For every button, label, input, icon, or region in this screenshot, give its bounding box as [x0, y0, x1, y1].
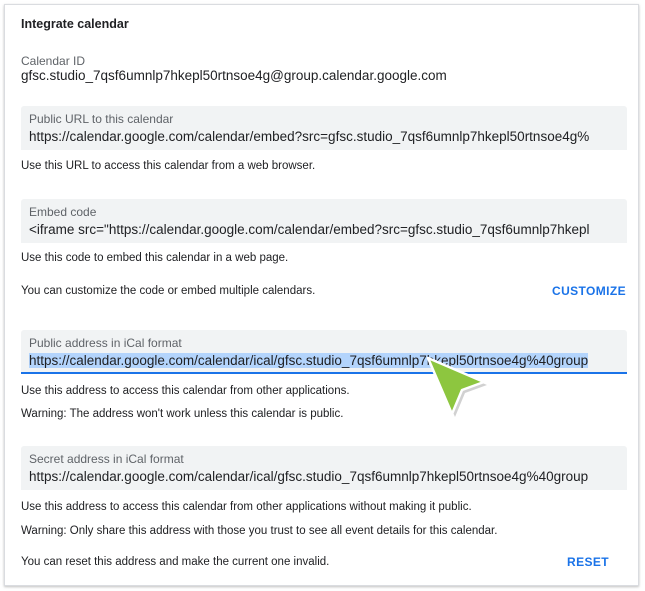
- public-ical-warning: Warning: The address won't work unless t…: [21, 408, 344, 420]
- embed-code-field[interactable]: Embed code <iframe src="https://calendar…: [21, 199, 627, 243]
- customize-button[interactable]: CUSTOMIZE: [552, 284, 626, 298]
- cursor-arrow-icon: [426, 356, 487, 417]
- embed-code-label: Embed code: [29, 205, 97, 219]
- public-ical-value[interactable]: https://calendar.google.com/calendar/ica…: [29, 353, 589, 368]
- calendar-id-label: Calendar ID: [21, 54, 86, 68]
- secret-ical-field[interactable]: Secret address in iCal format https://ca…: [21, 446, 627, 490]
- embed-code-value[interactable]: <iframe src="https://calendar.google.com…: [29, 222, 590, 237]
- secret-ical-warning: Warning: Only share this address with th…: [21, 525, 498, 537]
- calendar-id-value: gfsc.studio_7qsf6umnlp7hkepl50rtnsoe4g@g…: [21, 68, 447, 83]
- section-title: Integrate calendar: [21, 17, 129, 31]
- secret-ical-help: Use this address to access this calendar…: [21, 501, 472, 513]
- public-url-value[interactable]: https://calendar.google.com/calendar/emb…: [29, 129, 589, 144]
- public-url-help: Use this URL to access this calendar fro…: [21, 160, 316, 172]
- public-ical-selected-text: https://calendar.google.com/calendar/ica…: [29, 353, 589, 368]
- reset-button[interactable]: RESET: [567, 555, 609, 569]
- public-ical-help: Use this address to access this calendar…: [21, 385, 350, 397]
- public-ical-label: Public address in iCal format: [29, 336, 182, 350]
- public-url-field[interactable]: Public URL to this calendar https://cale…: [21, 106, 627, 150]
- public-ical-field[interactable]: Public address in iCal format https://ca…: [21, 330, 627, 374]
- integrate-calendar-panel: Integrate calendar Calendar ID gfsc.stud…: [4, 4, 639, 586]
- embed-code-help: Use this code to embed this calendar in …: [21, 252, 289, 264]
- reset-description: You can reset this address and make the …: [21, 556, 330, 568]
- secret-ical-label: Secret address in iCal format: [29, 452, 184, 466]
- public-url-label: Public URL to this calendar: [29, 112, 174, 126]
- secret-ical-value[interactable]: https://calendar.google.com/calendar/ica…: [29, 469, 588, 484]
- customize-description: You can customize the code or embed mult…: [21, 285, 316, 297]
